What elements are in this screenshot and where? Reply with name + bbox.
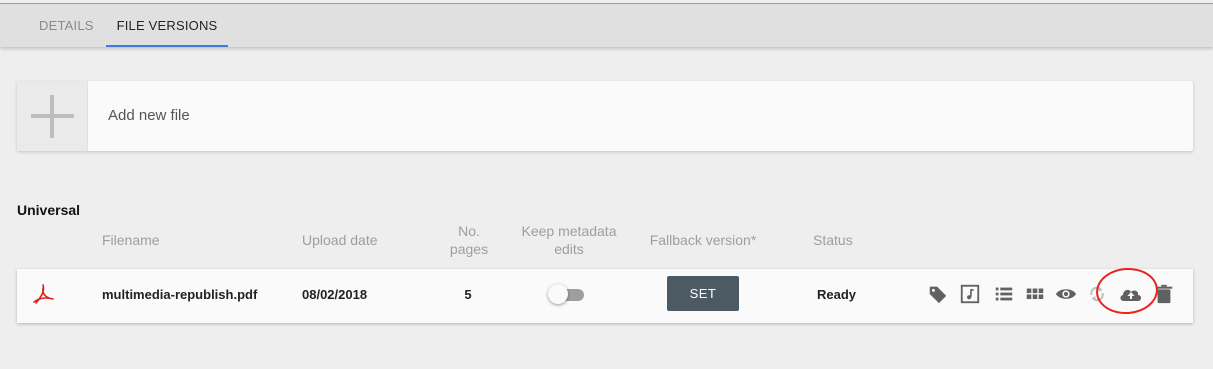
column-header-upload-date: Upload date — [302, 232, 378, 248]
tab-details[interactable]: DETAILS — [39, 4, 94, 47]
cloud-upload-icon[interactable] — [1118, 283, 1144, 305]
column-header-keep-metadata: Keep metadata edits — [521, 223, 617, 257]
column-header-status: Status — [813, 232, 853, 248]
eye-icon[interactable] — [1055, 283, 1077, 305]
plus-icon-vertical — [50, 95, 54, 138]
tab-file-versions[interactable]: FILE VERSIONS — [106, 4, 228, 47]
upload-date-cell: 08/02/2018 — [302, 287, 368, 302]
filename-cell[interactable]: multimedia-republish.pdf — [102, 269, 257, 321]
keep-metadata-toggle[interactable] — [548, 284, 584, 304]
pages-cell: 5 — [464, 287, 472, 302]
trash-icon[interactable] — [1153, 283, 1175, 305]
tag-icon[interactable] — [927, 283, 949, 305]
add-file-button[interactable] — [17, 81, 88, 151]
section-title: Universal — [17, 202, 81, 218]
column-header-fallback: Fallback version* — [649, 232, 757, 248]
column-header-pages: No. pages — [449, 223, 489, 257]
add-file-label[interactable]: Add new file — [108, 81, 190, 151]
toggle-knob — [548, 284, 568, 304]
status-cell: Ready — [817, 287, 857, 302]
add-file-card[interactable]: Add new file — [17, 81, 1193, 151]
pdf-icon — [33, 284, 54, 304]
column-header-filename: Filename — [102, 232, 160, 248]
file-row: multimedia-republish.pdf 08/02/2018 5 SE… — [17, 269, 1193, 323]
grid-icon[interactable] — [1024, 283, 1046, 305]
music-note-icon[interactable] — [959, 283, 981, 305]
refresh-icon[interactable] — [1086, 283, 1108, 305]
tab-bar: DETAILS FILE VERSIONS — [0, 3, 1213, 47]
list-icon[interactable] — [993, 283, 1015, 305]
set-fallback-button[interactable]: SET — [667, 276, 739, 311]
